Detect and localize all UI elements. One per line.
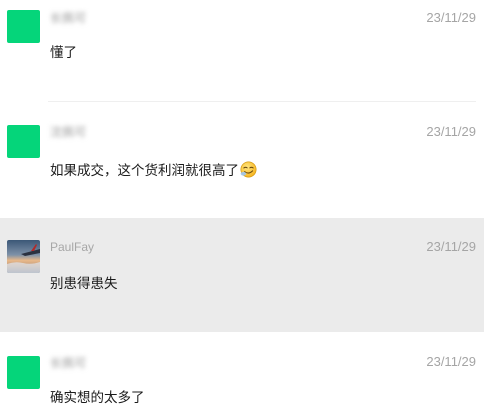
message-time: 23/11/29 [426,10,476,25]
message-text: 确实想的太多了 [50,390,145,405]
sender-name[interactable]: 长佩可 [50,11,86,25]
avatar[interactable] [7,10,40,43]
message-item[interactable]: 长佩可 23/11/29 确实想的太多了 [0,332,484,416]
message-text-content: 如果成交，这个货利润就很高了 [50,163,239,178]
message-time: 23/11/29 [426,124,476,139]
sender-name[interactable]: 沈佩可 [50,125,86,139]
message-text: 别患得患失 [50,276,118,291]
avatar[interactable] [7,240,40,273]
message-text: 如果成交，这个货利润就很高了 [50,161,257,180]
sender-name[interactable]: PaulFay [50,240,94,254]
avatar[interactable] [7,125,40,158]
message-item-selected[interactable]: PaulFay 23/11/29 别患得患失 [0,218,484,332]
message-text: 懂了 [50,45,77,60]
sender-name[interactable]: 长佩可 [50,356,86,370]
message-time: 23/11/29 [426,239,476,254]
avatar[interactable] [7,356,40,389]
message-time: 23/11/29 [426,354,476,369]
sky-photo-avatar-icon [7,240,40,273]
message-item[interactable]: 长佩可 23/11/29 懂了 [0,0,484,102]
smirk-emoji-icon [240,161,257,178]
message-item[interactable]: 沈佩可 23/11/29 如果成交，这个货利润就很高了 [0,102,484,218]
